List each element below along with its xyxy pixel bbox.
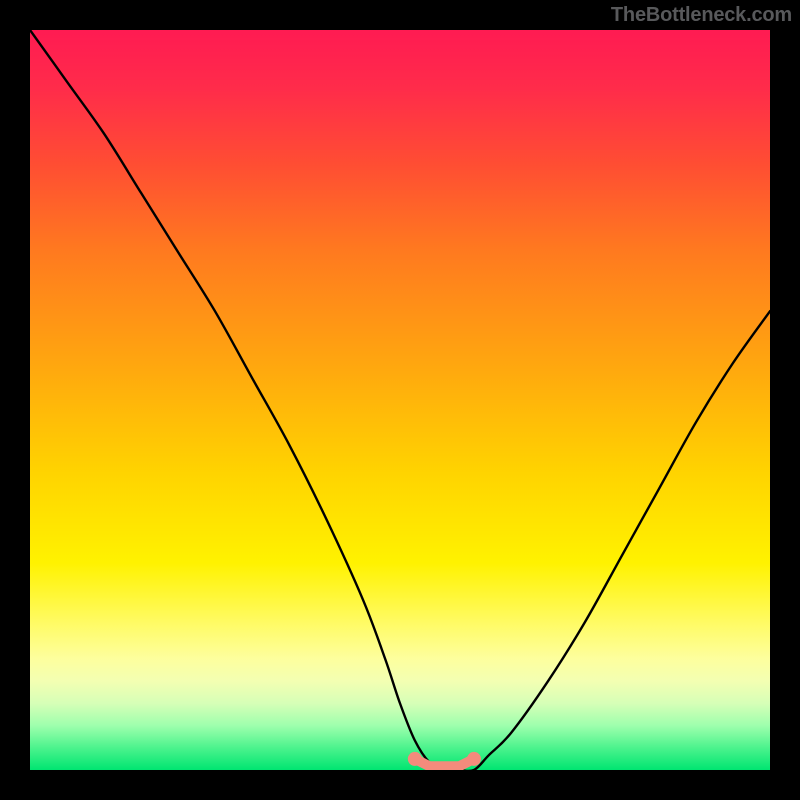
attribution-text: TheBottleneck.com: [611, 4, 792, 27]
optimal-band-end-dot: [467, 752, 481, 766]
chart-frame: TheBottleneck.com: [0, 0, 800, 800]
optimal-band-line: [415, 759, 474, 766]
bottleneck-curve: [30, 30, 770, 770]
plot-area: [30, 30, 770, 770]
curve-layer: [30, 30, 770, 770]
optimal-band-end-dot: [408, 752, 422, 766]
